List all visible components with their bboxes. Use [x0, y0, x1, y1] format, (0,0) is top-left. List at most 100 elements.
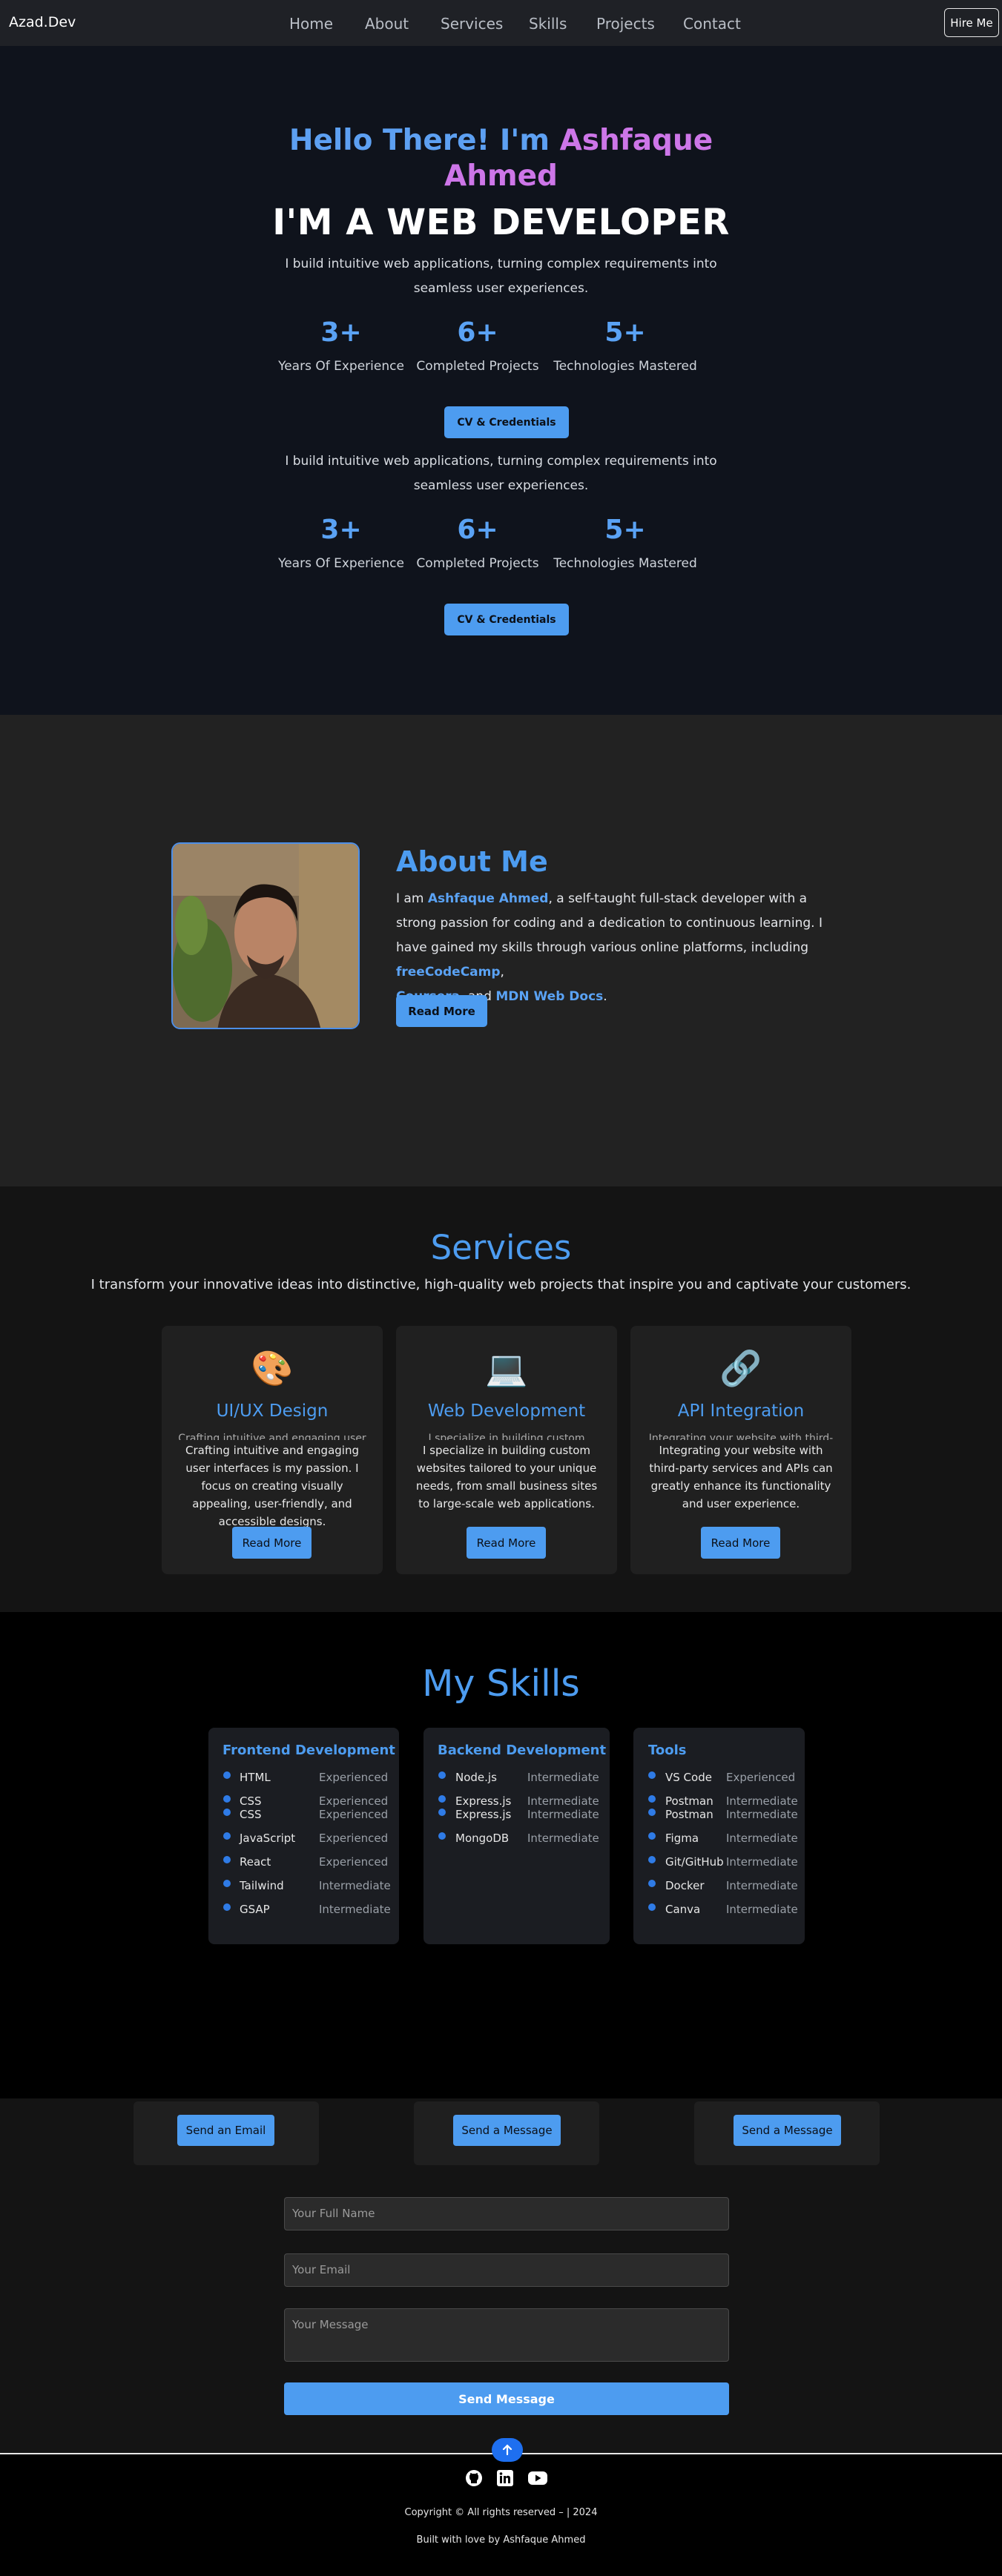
nav-link-services[interactable]: Services — [441, 15, 503, 33]
skill-name: React — [240, 1855, 271, 1869]
stat-value: 5+ — [604, 515, 646, 545]
mdn-link[interactable]: MDN Web Docs — [495, 989, 603, 1004]
email-field[interactable]: Your Email — [284, 2253, 729, 2287]
stat-value: 3+ — [320, 317, 362, 348]
service-name: UI/UX Design — [216, 1401, 329, 1421]
skill-name: Express.js — [455, 1808, 512, 1821]
hero-intro-line-1: I build intuitive web applications, turn… — [285, 454, 717, 469]
message-field[interactable]: Your Message — [284, 2308, 729, 2362]
send-email-button[interactable]: Send an Email — [177, 2115, 274, 2146]
skill-bullet-icon — [223, 1856, 231, 1863]
service-name: Web Development — [427, 1401, 586, 1421]
about-text-1: I am — [396, 891, 428, 906]
skill-bullet-icon — [223, 1832, 231, 1840]
about-text-comma: , — [500, 965, 504, 980]
skill-level: Intermediate — [726, 1855, 798, 1869]
skill-bullet-icon — [438, 1795, 446, 1803]
skill-bullet-icon — [438, 1809, 446, 1816]
skill-name: Postman — [665, 1794, 713, 1808]
link-icon: 🔗 — [719, 1348, 762, 1388]
stat-label: Years Of Experience — [278, 359, 404, 374]
greeting-text: Hello There! I'm — [289, 124, 560, 157]
service-read-more-button[interactable]: Read More — [232, 1527, 312, 1559]
service-desc-overlap: I specialize in building custom — [428, 1433, 585, 1440]
nav-link-contact[interactable]: Contact — [683, 15, 741, 33]
send-message-submit-button[interactable]: Send Message — [284, 2382, 729, 2415]
about-read-more-button[interactable]: Read More — [396, 995, 487, 1027]
about-text-dot: . — [603, 989, 607, 1004]
send-message-button[interactable]: Send a Message — [453, 2115, 561, 2146]
hero-role: I'M A WEB DEVELOPER — [272, 202, 730, 243]
skill-level: Intermediate — [726, 1808, 798, 1821]
skill-name: Git/GitHub — [665, 1855, 724, 1869]
profile-photo — [171, 842, 360, 1029]
service-desc: Crafting intuitive and engaging user int… — [185, 1444, 359, 1528]
stat-label: Completed Projects — [416, 359, 539, 374]
nav-link-skills[interactable]: Skills — [529, 15, 567, 33]
skills-title: My Skills — [422, 1662, 580, 1705]
stat-label: Years Of Experience — [278, 556, 404, 571]
skill-level: Experienced — [319, 1808, 389, 1821]
nav-link-home[interactable]: Home — [289, 15, 333, 33]
nav-link-about[interactable]: About — [365, 15, 409, 33]
github-icon[interactable] — [465, 2469, 483, 2487]
hero-intro-line-2: seamless user experiences. — [413, 281, 589, 296]
skill-bullet-icon — [438, 1832, 446, 1840]
skill-level: Intermediate — [527, 1794, 599, 1808]
freecodecamp-link[interactable]: freeCodeCamp — [396, 965, 501, 980]
skill-level: Intermediate — [319, 1879, 391, 1892]
skill-name: JavaScript — [240, 1832, 296, 1845]
full-name-field[interactable]: Your Full Name — [284, 2197, 729, 2230]
stat-value: 6+ — [457, 515, 498, 545]
stat-label: Technologies Mastered — [553, 359, 697, 374]
skill-level: Intermediate — [527, 1808, 599, 1821]
hire-me-button[interactable]: Hire Me — [944, 8, 999, 37]
service-desc: I specialize in building custom websites… — [415, 1444, 598, 1510]
skill-bullet-icon — [648, 1832, 656, 1840]
skill-name: VS Code — [665, 1771, 712, 1784]
skill-bullet-icon — [223, 1809, 231, 1816]
stat-label: Technologies Mastered — [553, 556, 697, 571]
stat-value: 5+ — [604, 317, 646, 348]
skill-name: Docker — [665, 1879, 705, 1892]
cv-credentials-button[interactable]: CV & Credentials — [444, 406, 569, 438]
services-title: Services — [430, 1228, 572, 1267]
skill-name: Express.js — [455, 1794, 512, 1808]
nav-link-projects[interactable]: Projects — [596, 15, 655, 33]
cv-credentials-button[interactable]: CV & Credentials — [444, 604, 569, 635]
services-subtitle: I transform your innovative ideas into d… — [90, 1277, 912, 1292]
service-read-more-button[interactable]: Read More — [701, 1527, 780, 1559]
stat-value: 6+ — [457, 317, 498, 348]
skill-level: Experienced — [319, 1794, 389, 1808]
about-title: About Me — [396, 845, 548, 878]
skill-bullet-icon — [223, 1771, 231, 1779]
skill-name: CSS — [240, 1808, 262, 1821]
skill-level: Intermediate — [527, 1832, 599, 1845]
skill-bullet-icon — [648, 1880, 656, 1887]
arrow-up-icon — [502, 2444, 512, 2456]
skill-bullet-icon — [223, 1795, 231, 1803]
service-read-more-button[interactable]: Read More — [467, 1527, 546, 1559]
brand-logo[interactable]: Azad.Dev — [9, 14, 76, 30]
youtube-icon[interactable] — [527, 2469, 548, 2487]
about-paragraph: I am Ashfaque Ahmed, a self-taught full-… — [396, 887, 841, 1009]
send-message-button-2[interactable]: Send a Message — [734, 2115, 841, 2146]
skill-name: Node.js — [455, 1771, 497, 1784]
scroll-to-top-button[interactable] — [492, 2438, 523, 2462]
skill-level: Intermediate — [726, 1903, 798, 1916]
skill-bullet-icon — [648, 1856, 656, 1863]
greeting-name-first: Ashfaque — [559, 124, 713, 157]
skill-name: CSS — [240, 1794, 262, 1808]
hero-intro-line-2: seamless user experiences. — [413, 478, 589, 493]
skill-bullet-icon — [648, 1809, 656, 1816]
service-name: API Integration — [677, 1401, 805, 1421]
skill-group-title: Backend Development — [438, 1743, 607, 1758]
skill-level: Experienced — [319, 1832, 389, 1845]
skill-level: Intermediate — [726, 1832, 798, 1845]
skill-name: MongoDB — [455, 1832, 510, 1845]
skill-level: Intermediate — [527, 1771, 599, 1784]
linkedin-icon[interactable] — [496, 2469, 514, 2487]
skill-name: Canva — [665, 1903, 701, 1916]
skill-bullet-icon — [223, 1903, 231, 1911]
hero-intro-line-1: I build intuitive web applications, turn… — [285, 257, 717, 271]
